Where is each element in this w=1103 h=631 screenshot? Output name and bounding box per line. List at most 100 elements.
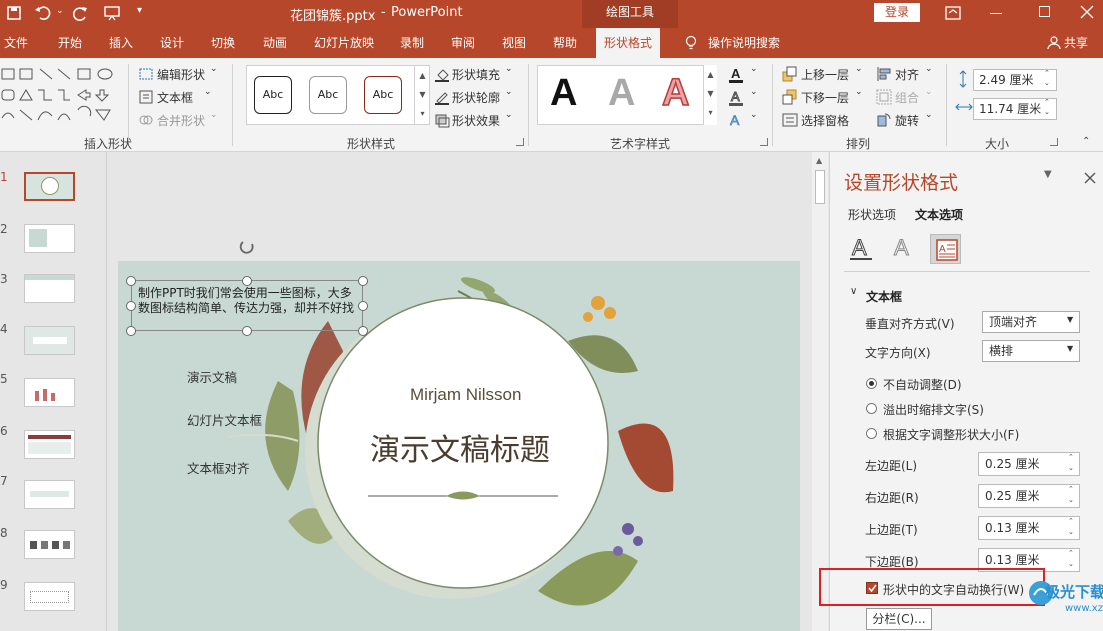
- slide-thumbnail-3[interactable]: [24, 274, 75, 303]
- tab-insert[interactable]: 插入: [109, 28, 133, 58]
- align-dropdown-icon[interactable]: ⌄: [925, 64, 933, 74]
- text-effects-icon[interactable]: A: [728, 112, 744, 128]
- top-margin-spinner[interactable]: ⌃ ⌄: [1068, 516, 1074, 538]
- left-margin-input[interactable]: 0.25 厘米: [978, 452, 1080, 476]
- text-direction-select[interactable]: 横排: [982, 340, 1080, 362]
- shrink-on-overflow-label[interactable]: 溢出时缩排文字(S): [883, 401, 984, 418]
- text-effects-dropdown-icon[interactable]: ⌄: [750, 110, 758, 120]
- wordart-sample-1[interactable]: A: [550, 72, 577, 115]
- resize-shape-radio[interactable]: [866, 428, 877, 439]
- text-fill-dropdown-icon[interactable]: ⌄: [750, 64, 758, 74]
- wordart-sample-3[interactable]: A: [661, 71, 690, 115]
- shape-outline-dropdown-icon[interactable]: ⌄: [505, 87, 513, 97]
- bottom-margin-spinner[interactable]: ⌃ ⌄: [1068, 548, 1074, 570]
- presentation-start-icon[interactable]: [103, 5, 121, 21]
- text-box-dropdown-icon[interactable]: ⌄: [204, 87, 212, 97]
- pane-close-icon[interactable]: [1084, 172, 1096, 184]
- tab-transitions[interactable]: 切换: [211, 28, 235, 58]
- shape-outline-button[interactable]: 形状轮廓: [452, 89, 500, 106]
- selection-handles[interactable]: [124, 236, 374, 340]
- bring-forward-dropdown-icon[interactable]: ⌄: [855, 64, 863, 74]
- scrollbar-thumb[interactable]: [815, 170, 825, 204]
- author-name[interactable]: Mirjam Nilsson: [410, 385, 521, 405]
- textbox-section-title[interactable]: 文本框: [866, 288, 902, 305]
- share-button[interactable]: 共享: [1064, 28, 1088, 58]
- scroll-up-icon[interactable]: ▲: [816, 156, 822, 165]
- shape-fill-button[interactable]: 形状填充: [452, 66, 500, 83]
- tab-slideshow[interactable]: 幻灯片放映: [314, 28, 374, 58]
- group-dropdown-icon[interactable]: ⌄: [925, 87, 933, 97]
- send-backward-button[interactable]: 下移一层: [801, 89, 849, 106]
- vertical-align-select[interactable]: 顶端对齐: [982, 311, 1080, 333]
- rotate-button[interactable]: 旋转: [895, 112, 919, 129]
- shape-effects-button[interactable]: 形状效果: [452, 112, 500, 129]
- slide-title[interactable]: 演示文稿标题: [370, 425, 550, 469]
- slide-thumbnail-6[interactable]: [24, 430, 75, 459]
- selection-pane-button[interactable]: 选择窗格: [801, 112, 849, 129]
- rotate-dropdown-icon[interactable]: ⌄: [925, 110, 933, 120]
- redo-icon[interactable]: [73, 5, 89, 21]
- section-collapse-icon[interactable]: ∨: [850, 286, 857, 297]
- undo-icon[interactable]: [34, 5, 52, 21]
- collapse-ribbon-icon[interactable]: ⌃: [1082, 136, 1090, 147]
- slide-thumbnail-1[interactable]: [24, 172, 75, 201]
- no-autofit-label[interactable]: 不自动调整(D): [883, 376, 962, 393]
- bring-forward-button[interactable]: 上移一层: [801, 66, 849, 83]
- shape-height-spinner[interactable]: ⌃ ⌄: [1044, 68, 1050, 88]
- vertical-align-dropdown-icon[interactable]: ▼: [1067, 315, 1073, 324]
- resize-shape-label[interactable]: 根据文字调整形状大小(F): [883, 426, 1019, 443]
- text-fill-outline-icon[interactable]: A: [850, 236, 874, 262]
- merge-shapes-dropdown-icon[interactable]: ⌄: [210, 110, 218, 120]
- slide-item-1[interactable]: 演示文稿: [187, 367, 237, 386]
- columns-button[interactable]: 分栏(C)...: [866, 608, 932, 630]
- slide-thumbnail-9[interactable]: [24, 582, 75, 611]
- shape-style-sample-1[interactable]: Abc: [254, 76, 292, 114]
- slide-item-3[interactable]: 文本框对齐: [187, 458, 250, 477]
- word-wrap-label[interactable]: 形状中的文字自动换行(W): [883, 581, 1024, 598]
- edit-shape-dropdown-icon[interactable]: ⌄: [210, 64, 218, 74]
- tab-design[interactable]: 设计: [160, 28, 184, 58]
- tab-help[interactable]: 帮助: [553, 28, 577, 58]
- word-wrap-checkbox[interactable]: [866, 582, 878, 594]
- edit-shape-button[interactable]: 编辑形状: [157, 66, 205, 83]
- wordart-scroll[interactable]: ▲ ▼ ▾: [703, 65, 717, 125]
- size-launcher[interactable]: [1050, 138, 1058, 146]
- slide-thumbnail-2[interactable]: [24, 224, 75, 253]
- slide-item-2[interactable]: 幻灯片文本框: [187, 410, 262, 429]
- left-margin-spinner[interactable]: ⌃ ⌄: [1068, 452, 1074, 474]
- wordart-launcher[interactable]: [760, 138, 768, 146]
- vertical-scrollbar[interactable]: ▲: [812, 152, 828, 631]
- slide-thumbnail-4[interactable]: [24, 326, 75, 355]
- shape-gallery[interactable]: [0, 66, 128, 128]
- save-icon[interactable]: [6, 5, 22, 21]
- right-margin-spinner[interactable]: ⌃ ⌄: [1068, 484, 1074, 506]
- right-margin-input[interactable]: 0.25 厘米: [978, 484, 1080, 508]
- shape-styles-launcher[interactable]: [516, 138, 524, 146]
- shape-style-sample-2[interactable]: Abc: [309, 76, 347, 114]
- pane-options-icon[interactable]: ▼: [1044, 169, 1052, 180]
- login-button[interactable]: 登录: [874, 3, 920, 22]
- merge-shapes-button[interactable]: 合并形状: [157, 112, 205, 129]
- shape-fill-dropdown-icon[interactable]: ⌄: [505, 64, 513, 74]
- undo-dropdown-icon[interactable]: ⌄: [56, 6, 64, 16]
- tell-me-search[interactable]: 操作说明搜索: [708, 28, 780, 58]
- wordart-sample-2[interactable]: A: [608, 72, 635, 115]
- tab-record[interactable]: 录制: [400, 28, 424, 58]
- slide-thumbnail-7[interactable]: [24, 480, 75, 509]
- textbox-layout-tab[interactable]: A: [930, 234, 961, 264]
- shape-width-spinner[interactable]: ⌃ ⌄: [1044, 97, 1050, 117]
- close-icon[interactable]: [1080, 5, 1094, 19]
- customize-toolbar-icon[interactable]: ▾: [137, 5, 142, 16]
- group-button[interactable]: 组合: [895, 89, 919, 106]
- text-box-button[interactable]: 文本框: [157, 89, 193, 106]
- slide-thumbnail-8[interactable]: [24, 530, 75, 559]
- tab-review[interactable]: 审阅: [451, 28, 475, 58]
- text-outline-dropdown-icon[interactable]: ⌄: [750, 87, 758, 97]
- top-margin-input[interactable]: 0.13 厘米: [978, 516, 1080, 540]
- tab-shape-options[interactable]: 形状选项: [848, 206, 896, 223]
- maximize-icon[interactable]: [1039, 6, 1050, 17]
- send-backward-dropdown-icon[interactable]: ⌄: [855, 87, 863, 97]
- tab-shape-format[interactable]: 形状格式: [596, 28, 661, 58]
- tab-view[interactable]: 视图: [502, 28, 526, 58]
- align-button[interactable]: 对齐: [895, 66, 919, 83]
